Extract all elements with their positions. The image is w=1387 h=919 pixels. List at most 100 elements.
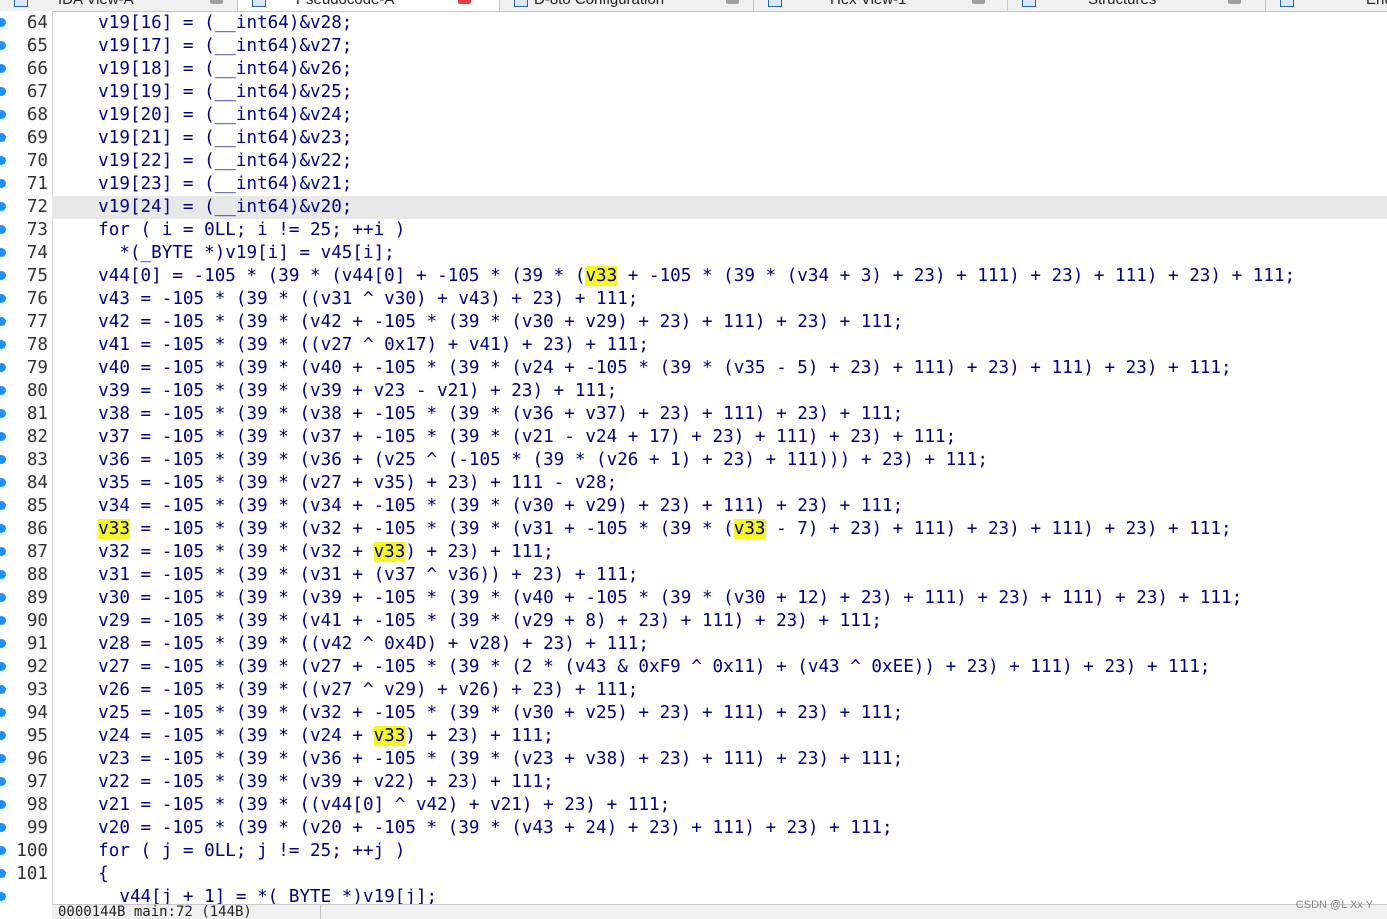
highlighted-identifier[interactable]: v33 (733, 519, 766, 539)
gutter-row: 69 (0, 127, 52, 150)
breakpoint-dot-icon[interactable] (0, 294, 6, 303)
code-line[interactable]: v34 = -105 * (39 * (v34 + -105 * (39 * (… (52, 495, 1387, 518)
code-line[interactable]: v28 = -105 * (39 * ((v42 ^ 0x4D) + v28) … (52, 633, 1387, 656)
code-line[interactable]: v19[22] = (__int64)&v22; (52, 150, 1387, 173)
code-line[interactable]: v36 = -105 * (39 * (v36 + (v25 ^ (-105 *… (52, 449, 1387, 472)
code-line[interactable]: for ( j = 0LL; j != 25; ++j ) (52, 840, 1387, 863)
breakpoint-dot-icon[interactable] (0, 248, 6, 257)
breakpoint-dot-icon[interactable] (0, 777, 6, 786)
breakpoint-dot-icon[interactable] (0, 754, 6, 763)
breakpoint-dot-icon[interactable] (0, 524, 6, 533)
code-line[interactable]: v32 = -105 * (39 * (v32 + v33) + 23) + 1… (52, 541, 1387, 564)
close-icon[interactable] (972, 0, 985, 4)
breakpoint-dot-icon[interactable] (0, 455, 6, 464)
code-line[interactable]: v27 = -105 * (39 * (v27 + -105 * (39 * (… (52, 656, 1387, 679)
breakpoint-dot-icon[interactable] (0, 570, 6, 579)
breakpoint-dot-icon[interactable] (0, 340, 6, 349)
code-line[interactable]: v25 = -105 * (39 * (v32 + -105 * (39 * (… (52, 702, 1387, 725)
breakpoint-dot-icon[interactable] (0, 133, 6, 142)
highlighted-identifier[interactable]: v33 (585, 266, 618, 286)
code-line[interactable]: v39 = -105 * (39 * (v39 + v23 - v21) + 2… (52, 380, 1387, 403)
code-line[interactable]: for ( i = 0LL; i != 25; ++i ) (52, 219, 1387, 242)
breakpoint-dot-icon[interactable] (0, 409, 6, 418)
breakpoint-dot-icon[interactable] (0, 892, 6, 901)
breakpoint-dot-icon[interactable] (0, 823, 6, 832)
code-line[interactable]: v43 = -105 * (39 * ((v31 ^ v30) + v43) +… (52, 288, 1387, 311)
breakpoint-dot-icon[interactable] (0, 869, 6, 878)
code-line[interactable]: v23 = -105 * (39 * (v36 + -105 * (39 * (… (52, 748, 1387, 771)
breakpoint-dot-icon[interactable] (0, 846, 6, 855)
tab-pseudocode[interactable]: Pseudocode-A (238, 0, 500, 11)
code-line[interactable]: v35 = -105 * (39 * (v27 + v35) + 23) + 1… (52, 472, 1387, 495)
code-line[interactable]: v26 = -105 * (39 * ((v27 ^ v29) + v26) +… (52, 679, 1387, 702)
breakpoint-dot-icon[interactable] (0, 363, 6, 372)
code-line[interactable]: v42 = -105 * (39 * (v42 + -105 * (39 * (… (52, 311, 1387, 334)
code-line[interactable]: v44[j + 1] = *(_BYTE *)v19[j]; (52, 886, 1387, 904)
code-line[interactable]: v19[16] = (__int64)&v28; (52, 12, 1387, 35)
breakpoint-dot-icon[interactable] (0, 87, 6, 96)
code-line[interactable]: v41 = -105 * (39 * ((v27 ^ 0x17) + v41) … (52, 334, 1387, 357)
gutter-row: 83 (0, 449, 52, 472)
breakpoint-dot-icon[interactable] (0, 18, 6, 27)
close-icon[interactable] (210, 0, 223, 4)
tab-configuration[interactable]: D-8to Configuration (500, 0, 754, 11)
code-line[interactable]: v40 = -105 * (39 * (v40 + -105 * (39 * (… (52, 357, 1387, 380)
tab-structures[interactable]: Structures (1008, 0, 1266, 11)
code-line[interactable]: v44[0] = -105 * (39 * (v44[0] + -105 * (… (52, 265, 1387, 288)
breakpoint-dot-icon[interactable] (0, 317, 6, 326)
breakpoint-dot-icon[interactable] (0, 501, 6, 510)
breakpoint-dot-icon[interactable] (0, 386, 6, 395)
highlighted-identifier[interactable]: v33 (373, 726, 406, 746)
code-line[interactable]: v19[23] = (__int64)&v21; (52, 173, 1387, 196)
line-number: 93 (26, 680, 48, 700)
code-line[interactable]: v22 = -105 * (39 * (v39 + v22) + 23) + 1… (52, 771, 1387, 794)
code-line[interactable]: { (52, 863, 1387, 886)
code-line[interactable]: v31 = -105 * (39 * (v31 + (v37 ^ v36)) +… (52, 564, 1387, 587)
pseudocode-view[interactable]: v19[16] = (__int64)&v28; v19[17] = (__in… (52, 11, 1387, 904)
close-icon[interactable] (1228, 0, 1241, 4)
code-line[interactable]: v19[17] = (__int64)&v27; (52, 35, 1387, 58)
breakpoint-dot-icon[interactable] (0, 202, 6, 211)
breakpoint-dot-icon[interactable] (0, 432, 6, 441)
tab-ida-view[interactable]: IDA View-A (0, 0, 238, 11)
highlighted-identifier[interactable]: v33 (373, 542, 406, 562)
code-line[interactable]: v21 = -105 * (39 * ((v44[0] ^ v42) + v21… (52, 794, 1387, 817)
breakpoint-dot-icon[interactable] (0, 547, 6, 556)
breakpoint-dot-icon[interactable] (0, 110, 6, 119)
breakpoint-dot-icon[interactable] (0, 662, 6, 671)
close-icon[interactable] (726, 0, 739, 4)
gutter-row: 75 (0, 265, 52, 288)
line-number: 70 (26, 151, 48, 171)
code-line[interactable]: v19[19] = (__int64)&v25; (52, 81, 1387, 104)
breakpoint-dot-icon[interactable] (0, 156, 6, 165)
breakpoint-dot-icon[interactable] (0, 616, 6, 625)
breakpoint-dot-icon[interactable] (0, 639, 6, 648)
tab-hex-view[interactable]: Hex View-1 (754, 0, 1008, 11)
breakpoint-dot-icon[interactable] (0, 179, 6, 188)
breakpoint-dot-icon[interactable] (0, 478, 6, 487)
code-line[interactable]: v37 = -105 * (39 * (v37 + -105 * (39 * (… (52, 426, 1387, 449)
code-line[interactable]: v24 = -105 * (39 * (v24 + v33) + 23) + 1… (52, 725, 1387, 748)
breakpoint-dot-icon[interactable] (0, 593, 6, 602)
tab-enums[interactable]: Enums (1266, 0, 1387, 11)
breakpoint-dot-icon[interactable] (0, 731, 6, 740)
breakpoint-dot-icon[interactable] (0, 271, 6, 280)
code-line[interactable]: v19[20] = (__int64)&v24; (52, 104, 1387, 127)
code-line[interactable]: *(_BYTE *)v19[i] = v45[i]; (52, 242, 1387, 265)
code-line[interactable]: v38 = -105 * (39 * (v38 + -105 * (39 * (… (52, 403, 1387, 426)
code-line[interactable]: v30 = -105 * (39 * (v39 + -105 * (39 * (… (52, 587, 1387, 610)
highlighted-identifier[interactable]: v33 (98, 519, 130, 539)
code-line[interactable]: v20 = -105 * (39 * (v20 + -105 * (39 * (… (52, 817, 1387, 840)
code-line[interactable]: v19[21] = (__int64)&v23; (52, 127, 1387, 150)
code-line[interactable]: v19[18] = (__int64)&v26; (52, 58, 1387, 81)
breakpoint-dot-icon[interactable] (0, 800, 6, 809)
breakpoint-dot-icon[interactable] (0, 64, 6, 73)
close-icon[interactable] (458, 0, 471, 4)
breakpoint-dot-icon[interactable] (0, 708, 6, 717)
code-line[interactable]: v29 = -105 * (39 * (v41 + -105 * (39 * (… (52, 610, 1387, 633)
code-line[interactable]: v19[24] = (__int64)&v20; (52, 196, 1387, 219)
breakpoint-dot-icon[interactable] (0, 225, 6, 234)
breakpoint-dot-icon[interactable] (0, 685, 6, 694)
code-line[interactable]: v33 = -105 * (39 * (v32 + -105 * (39 * (… (52, 518, 1387, 541)
breakpoint-dot-icon[interactable] (0, 41, 6, 50)
